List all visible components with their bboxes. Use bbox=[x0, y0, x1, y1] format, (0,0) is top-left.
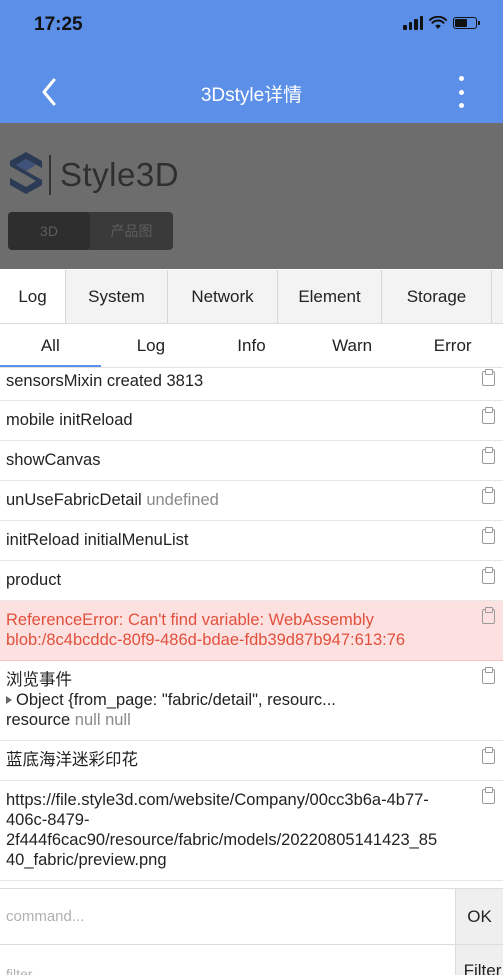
log-text: mobile initReload bbox=[6, 411, 133, 429]
wifi-icon bbox=[429, 16, 447, 29]
subtab-all[interactable]: All bbox=[0, 324, 101, 367]
log-filter-tabs: All Log Info Warn Error bbox=[0, 324, 503, 368]
log-item: 浏览事件 Object {from_page: "fabric/detail",… bbox=[0, 661, 503, 741]
log-url-line: 406c-8479- bbox=[6, 811, 90, 829]
error-source: blob:/8c4bcddc-80f9-486d-bdae-fdb39d87b9… bbox=[6, 631, 406, 649]
log-item: showCanvas bbox=[0, 441, 503, 481]
log-value-muted: undefined bbox=[146, 491, 219, 509]
copy-icon[interactable] bbox=[482, 607, 495, 624]
filter-button[interactable]: Filter bbox=[455, 945, 503, 975]
log-url-line: 40_fabric/preview.png bbox=[6, 851, 167, 869]
expand-triangle-icon bbox=[6, 696, 12, 704]
log-item-error: ReferenceError: Can't find variable: Web… bbox=[0, 601, 503, 661]
log-text: showCanvas bbox=[6, 451, 101, 469]
copy-icon[interactable] bbox=[482, 567, 495, 584]
copy-icon[interactable] bbox=[482, 667, 495, 684]
more-menu-button[interactable] bbox=[455, 76, 467, 108]
log-item: product bbox=[0, 561, 503, 601]
log-text: initReload initialMenuList bbox=[6, 531, 189, 549]
page-title: 3Dstyle详情 bbox=[200, 85, 303, 106]
command-input[interactable] bbox=[0, 889, 455, 944]
ok-button[interactable]: OK bbox=[455, 889, 503, 944]
view-tab-3d[interactable]: 3D bbox=[8, 212, 90, 250]
copy-icon[interactable] bbox=[482, 527, 495, 544]
filter-input[interactable] bbox=[0, 945, 455, 975]
tab-network[interactable]: Network bbox=[168, 270, 278, 323]
subtab-error[interactable]: Error bbox=[402, 324, 503, 367]
battery-icon bbox=[453, 17, 480, 29]
view-tab-product-image[interactable]: 产品图 bbox=[90, 212, 173, 250]
log-item: sensorsMixin created 3813 bbox=[0, 368, 503, 401]
copy-icon[interactable] bbox=[482, 487, 495, 504]
style3d-logo-icon bbox=[10, 152, 42, 194]
log-object-toggle[interactable]: Object {from_page: "fabric/detail", reso… bbox=[6, 690, 471, 710]
subtab-warn[interactable]: Warn bbox=[302, 324, 403, 367]
subtab-info[interactable]: Info bbox=[201, 324, 302, 367]
log-item: 蓝底海洋迷彩印花 bbox=[0, 741, 503, 781]
log-text: sensorsMixin created 3813 bbox=[6, 372, 204, 390]
log-text: 蓝底海洋迷彩印花 bbox=[6, 751, 138, 769]
status-icons bbox=[403, 16, 480, 30]
log-item: mobile initReload bbox=[0, 401, 503, 441]
tab-storage[interactable]: Storage bbox=[382, 270, 492, 323]
log-text: 浏览事件 bbox=[6, 671, 72, 689]
log-url-line: https://file.style3d.com/website/Company… bbox=[6, 791, 429, 809]
copy-icon[interactable] bbox=[482, 447, 495, 464]
log-item: https://file.style3d.com/website/Company… bbox=[0, 781, 503, 881]
log-text: resource bbox=[6, 711, 71, 729]
copy-icon[interactable] bbox=[482, 369, 495, 386]
log-item: unUseFabricDetail undefined bbox=[0, 481, 503, 521]
tab-log[interactable]: Log bbox=[0, 270, 66, 323]
tab-system[interactable]: System bbox=[66, 270, 168, 323]
copy-icon[interactable] bbox=[482, 787, 495, 804]
log-object-preview: Object {from_page: "fabric/detail", reso… bbox=[16, 691, 336, 709]
copy-icon[interactable] bbox=[482, 747, 495, 764]
subtab-log[interactable]: Log bbox=[101, 324, 202, 367]
log-value-muted: null null bbox=[74, 711, 131, 729]
log-text: product bbox=[6, 571, 62, 589]
log-list: sensorsMixin created 3813 mobile initRel… bbox=[0, 368, 503, 888]
view-toggle: 3D 产品图 bbox=[8, 212, 173, 250]
filter-bar: Filter bbox=[0, 944, 503, 975]
log-url-line: 2f444f6cac90/resource/fabric/models/2022… bbox=[6, 831, 438, 849]
error-message: ReferenceError: Can't find variable: Web… bbox=[6, 611, 374, 629]
log-item: initReload initialMenuList bbox=[0, 521, 503, 561]
logo-text: Style3D bbox=[60, 156, 180, 193]
status-time: 17:25 bbox=[34, 14, 83, 35]
tab-element[interactable]: Element bbox=[278, 270, 382, 323]
console-tabs: Log System Network Element Storage bbox=[0, 270, 503, 324]
logo-divider bbox=[49, 155, 51, 195]
copy-icon[interactable] bbox=[482, 407, 495, 424]
cellular-signal-icon bbox=[403, 16, 423, 30]
header-bar: 17:25 3Dstyle详情 bbox=[0, 0, 503, 123]
command-bar: OK bbox=[0, 888, 503, 944]
log-text: unUseFabricDetail bbox=[6, 491, 142, 509]
